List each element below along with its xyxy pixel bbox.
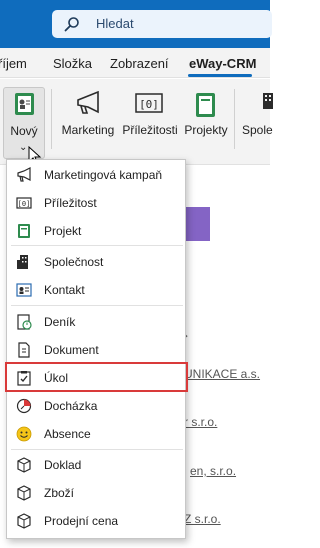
menu-item-label: Projekt (44, 224, 82, 238)
contact-card-icon (16, 283, 32, 297)
company-icon (17, 255, 28, 269)
projects-button[interactable]: Projekty (181, 87, 231, 159)
tab-eway-crm[interactable]: eWay-CRM (189, 56, 256, 71)
menu-item-label: Příležitost (44, 196, 97, 210)
document-icon (18, 342, 30, 358)
menu-separator (11, 245, 183, 246)
price-cube-icon (17, 513, 31, 529)
new-item-dropdown-menu: Marketingová kampaň [0] Příležitost Proj… (6, 159, 186, 539)
projects-label: Projekty (184, 123, 228, 137)
ribbon-separator (51, 89, 52, 149)
menu-item-label: Společnost (44, 255, 104, 269)
ribbon: Nový ⌄ Marketing [0] Příležitosti Projek… (0, 79, 273, 166)
menu-item-company[interactable]: Společnost (7, 249, 185, 275)
list-item[interactable]: Z s.r.o. (184, 512, 221, 526)
menu-item-label: Deník (44, 315, 76, 329)
opportunities-button[interactable]: [0] Příležitosti (121, 87, 179, 159)
menu-item-project[interactable]: Projekt (7, 218, 185, 244)
marketing-label: Marketing (61, 123, 115, 137)
menu-item-label: Doklad (44, 458, 82, 472)
menu-item-sales-price[interactable]: Prodejní cena (7, 508, 185, 534)
receipt-cube-icon (17, 457, 31, 473)
menu-item-attendance[interactable]: Docházka (7, 393, 185, 419)
menu-item-journal[interactable]: Deník (7, 309, 185, 335)
absence-smiley-icon (16, 426, 32, 442)
ribbon-separator (234, 89, 235, 149)
opportunities-label: Příležitosti (122, 123, 178, 137)
opportunity-icon: [0] (135, 93, 163, 113)
companies-label: Spole (242, 123, 273, 137)
menu-item-goods[interactable]: Zboží (7, 480, 185, 506)
active-tab-indicator (188, 74, 252, 77)
menu-separator (11, 449, 183, 450)
menu-item-label: Marketingová kampaň (44, 168, 163, 182)
menu-item-document[interactable]: Dokument (7, 337, 185, 363)
svg-text:[0]: [0] (139, 98, 159, 111)
menu-item-label: Dokument (44, 343, 99, 357)
tab-zobrazeni[interactable]: Zobrazení (110, 56, 169, 71)
project-icon (196, 93, 215, 117)
companies-button[interactable]: Spole (240, 87, 280, 159)
menu-separator (11, 305, 183, 306)
tab-prijem[interactable]: říjem (0, 56, 27, 71)
chevron-down-icon: ⌄ (19, 142, 28, 153)
menu-item-absence[interactable]: Absence (7, 421, 185, 447)
company-icon (263, 93, 273, 109)
menu-item-label: Absence (44, 427, 91, 441)
menu-item-receipt[interactable]: Doklad (7, 452, 185, 478)
megaphone-icon (77, 91, 99, 114)
new-button-label: Nový (10, 124, 38, 138)
list-item[interactable]: en, s.r.o. (190, 464, 236, 478)
project-icon (18, 224, 30, 238)
ribbon-tabs: říjem Složka Zobrazení eWay-CRM (0, 48, 270, 78)
menu-item-label: Docházka (44, 399, 98, 413)
list-item[interactable]: r s.r.o. (184, 415, 217, 429)
title-bar: Hledat (0, 0, 272, 48)
menu-item-contact[interactable]: Kontakt (7, 277, 185, 303)
menu-item-marketing-campaign[interactable]: Marketingová kampaň (7, 162, 185, 188)
menu-item-label: Kontakt (44, 283, 85, 297)
svg-text:[0]: [0] (18, 200, 31, 208)
attendance-icon (16, 398, 32, 414)
menu-item-label: Zboží (44, 486, 75, 500)
highlight-box (5, 362, 188, 392)
marketing-button[interactable]: Marketing (58, 87, 118, 159)
search-placeholder: Hledat (96, 16, 134, 31)
menu-item-opportunity[interactable]: [0] Příležitost (7, 190, 185, 216)
journal-icon (17, 314, 32, 330)
goods-cube-icon (17, 485, 31, 501)
tab-slozka[interactable]: Složka (53, 56, 92, 71)
list-item[interactable]: UNIKACE a.s. (184, 367, 260, 381)
search-box[interactable]: Hledat (52, 10, 272, 38)
menu-item-label: Prodejní cena (44, 514, 119, 528)
megaphone-icon (17, 167, 31, 182)
new-item-icon (15, 93, 34, 115)
search-icon (64, 17, 79, 32)
opportunity-icon: [0] (16, 197, 32, 209)
